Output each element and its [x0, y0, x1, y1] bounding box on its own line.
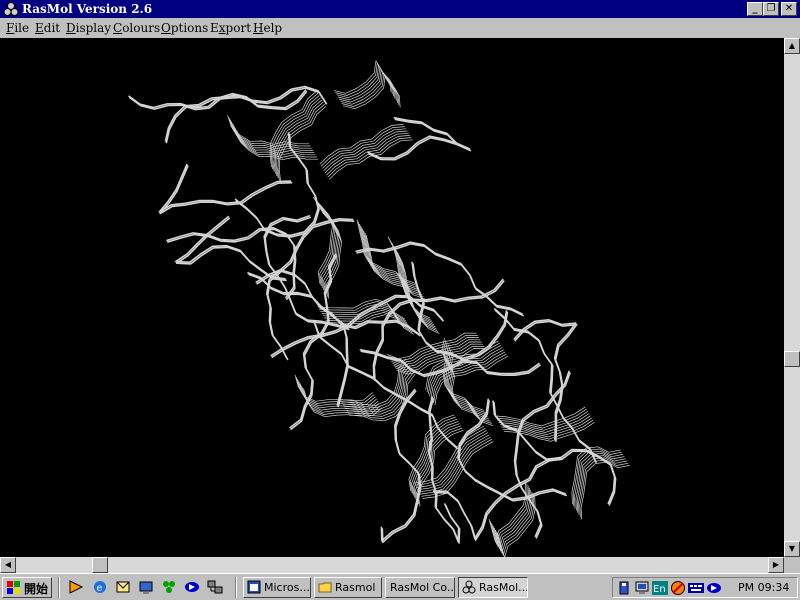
scroll-down-button[interactable]: ▼ — [784, 541, 800, 557]
arrow-right-icon: ▶ — [772, 560, 780, 569]
scroll-left-button[interactable]: ◀ — [0, 557, 16, 573]
window-app-icon — [247, 580, 261, 594]
network-icon[interactable] — [207, 579, 223, 595]
close-button[interactable]: ✕ — [781, 2, 797, 16]
language-indicator-icon[interactable]: En — [652, 580, 668, 596]
task-label: Rasmol — [335, 581, 376, 594]
display-tray-icon[interactable] — [634, 580, 650, 596]
media-player-icon[interactable] — [68, 579, 84, 595]
restore-icon: ❐ — [766, 3, 776, 14]
vertical-scroll-thumb[interactable] — [784, 351, 800, 367]
minimize-button[interactable]: _ — [747, 2, 763, 16]
disk-tray-icon[interactable] — [616, 580, 632, 596]
close-icon: ✕ — [784, 3, 794, 14]
start-button[interactable]: 開始 — [2, 577, 52, 598]
restore-button[interactable]: ❐ — [763, 2, 779, 16]
arrow-left-icon: ◀ — [4, 560, 12, 569]
language-indicator-label: En — [653, 584, 666, 595]
taskbar-separator — [235, 577, 237, 598]
task-button-rasmol-folder[interactable]: Rasmol — [314, 577, 382, 598]
task-button-rasmol-active[interactable]: RasMol... — [458, 577, 528, 598]
task-button-microsoft[interactable]: Micros... — [243, 577, 311, 598]
menu-file[interactable]: File — [6, 21, 29, 35]
menu-help[interactable]: Help — [253, 21, 282, 35]
start-label: 開始 — [24, 582, 49, 596]
molecule-viewport[interactable] — [0, 38, 784, 557]
menu-bar: File Edit Display Colours Options Export… — [0, 18, 800, 38]
taskbar-separator — [58, 577, 60, 598]
internet-explorer-icon[interactable]: e — [92, 579, 108, 595]
svg-text:e: e — [97, 583, 103, 594]
menu-edit[interactable]: Edit — [35, 21, 60, 35]
arrow-down-icon: ▼ — [788, 544, 796, 553]
task-label: RasMol Co... — [390, 581, 455, 594]
scroll-up-button[interactable]: ▲ — [784, 38, 800, 54]
show-desktop-icon[interactable] — [138, 579, 154, 595]
folder-icon — [318, 582, 332, 593]
protein-ribbon-rendering — [128, 60, 630, 557]
scroll-right-button[interactable]: ▶ — [768, 557, 784, 573]
rasmol-app-icon[interactable] — [3, 1, 19, 17]
channel-icon[interactable] — [161, 579, 177, 595]
task-label: RasMol... — [479, 581, 528, 594]
minimize-icon: _ — [752, 3, 758, 14]
window-title: RasMol Version 2.6 — [22, 2, 153, 16]
windows-logo-icon — [7, 581, 20, 594]
menu-display[interactable]: Display — [66, 21, 111, 35]
keyboard-tray-icon[interactable] — [688, 580, 704, 596]
task-button-rasmol-command[interactable]: RasMol Co... — [385, 577, 455, 598]
title-bar[interactable]: RasMol Version 2.6 _ ❐ ✕ — [0, 0, 800, 18]
taskbar: 開始 e Micros... Rasmol RasMol Co... RasMo… — [0, 573, 800, 600]
antivirus-tray-icon[interactable] — [670, 580, 686, 596]
quicklaunch-arrow-icon[interactable] — [184, 579, 200, 595]
media-tray-icon[interactable] — [706, 580, 722, 596]
scrollbar-corner — [784, 557, 800, 573]
horizontal-scrollbar[interactable]: ◀ ▶ — [0, 557, 784, 573]
horizontal-scroll-thumb[interactable] — [92, 557, 108, 573]
menu-export[interactable]: Export — [210, 21, 251, 35]
task-label: Micros... — [264, 581, 310, 594]
menu-colours[interactable]: Colours — [113, 21, 160, 35]
outlook-express-icon[interactable] — [115, 579, 131, 595]
taskbar-clock[interactable]: PM 09:34 — [738, 581, 789, 594]
rasmol-task-icon — [462, 580, 476, 594]
menu-options[interactable]: Options — [161, 21, 208, 35]
arrow-up-icon: ▲ — [788, 41, 796, 50]
vertical-scrollbar[interactable]: ▲ ▼ — [784, 38, 800, 557]
system-tray: En PM 09:34 — [612, 577, 798, 598]
